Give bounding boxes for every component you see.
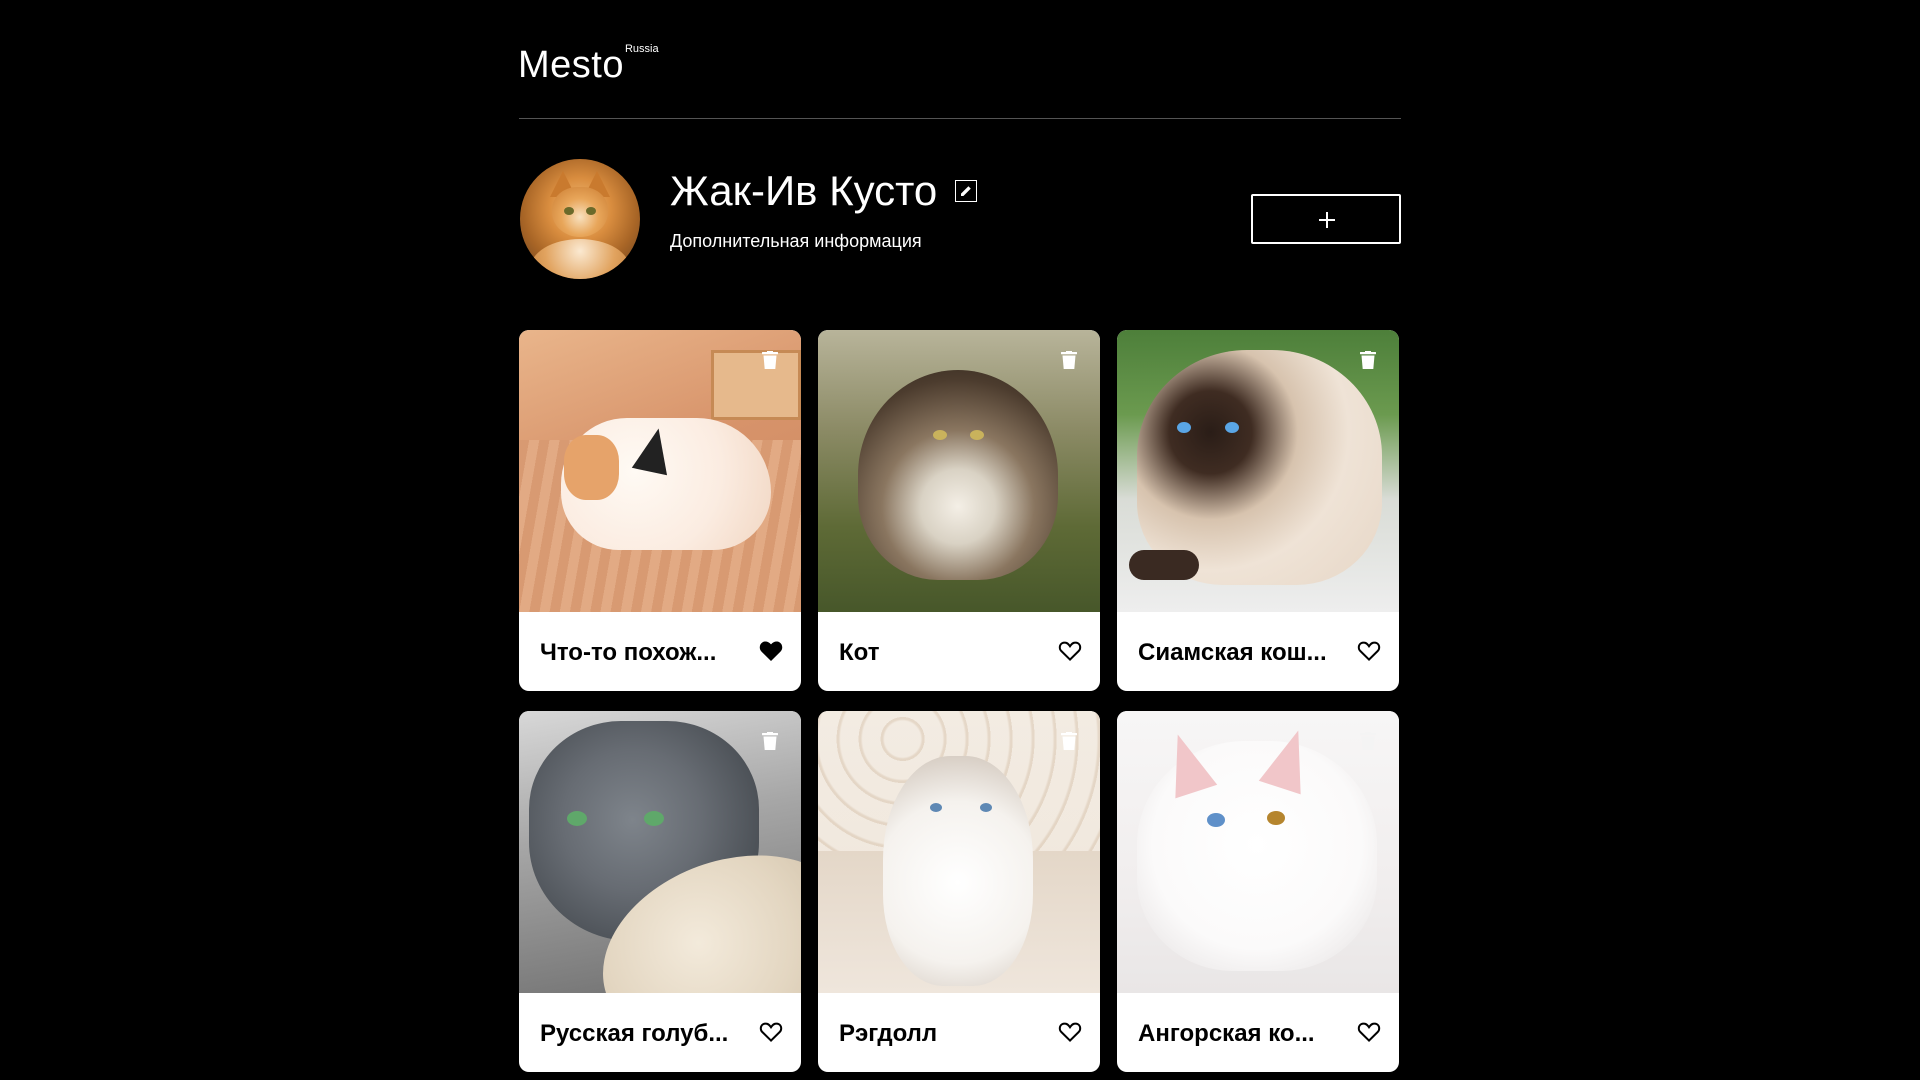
card-title: Рэгдолл [839,1020,938,1047]
heart-outline-icon[interactable] [1058,640,1082,662]
heart-outline-icon[interactable] [1357,1021,1381,1043]
card-title: Сиамская кош... [1138,639,1327,666]
card-footer: Что-то похож... [519,612,801,691]
card-footer: Кот [818,612,1100,691]
card-image[interactable] [519,330,801,612]
russian-blue-cat-photo [519,711,801,993]
heart-outline-icon[interactable] [759,1021,783,1043]
trash-icon[interactable] [1060,351,1078,370]
heart-outline-icon[interactable] [1058,1021,1082,1043]
logo: Mesto Russia [518,43,659,87]
card-footer: Русская голуб... [519,993,801,1072]
add-card-button[interactable] [1251,194,1401,244]
card: Русская голуб... [519,711,801,1072]
page-content: Mesto Russia Жак-Ив Кусто Дополнительная… [518,0,1401,1072]
profile-info: Жак-Ив Кусто Дополнительная информация [670,167,978,252]
card-image[interactable] [818,330,1100,612]
card: Рэгдолл [818,711,1100,1072]
plush-cat-toy-photo [519,330,801,612]
trash-icon[interactable] [1359,732,1377,751]
pencil-edit-icon [961,186,972,196]
profile-avatar[interactable] [520,159,640,279]
card: Ангорская ко... [1117,711,1399,1072]
card-image[interactable] [1117,330,1399,612]
profile-name-row: Жак-Ив Кусто [670,167,978,215]
card: Что-то похож... [519,330,801,691]
card: Кот [818,330,1100,691]
card-image[interactable] [818,711,1100,993]
header: Mesto Russia [518,0,1401,119]
siamese-cat-photo [1117,330,1399,612]
trash-icon[interactable] [761,732,779,751]
card: Сиамская кош... [1117,330,1399,691]
card-footer: Сиамская кош... [1117,612,1399,691]
card-title: Кот [839,639,880,666]
card-image[interactable] [1117,711,1399,993]
trash-icon[interactable] [1359,351,1377,370]
logo-text: Mesto [518,44,624,86]
heart-filled-icon[interactable] [759,640,783,662]
profile-about: Дополнительная информация [670,231,922,251]
card-title: Ангорская ко... [1138,1020,1315,1047]
card-footer: Ангорская ко... [1117,993,1399,1072]
profile: Жак-Ив Кусто Дополнительная информация [519,119,1401,330]
edit-profile-button[interactable] [955,180,978,202]
card-title: Что-то похож... [540,639,717,666]
cards-grid: Что-то похож... Кот Сиамская кош... Русс… [519,330,1401,1072]
ragdoll-cat-photo [818,711,1100,993]
card-title: Русская голуб... [540,1020,729,1047]
angora-cat-photo [1117,711,1399,993]
fluffy-tabby-cat-photo [818,330,1100,612]
trash-icon[interactable] [1060,732,1078,751]
plus-icon [1319,212,1335,228]
heart-outline-icon[interactable] [1357,640,1381,662]
card-footer: Рэгдолл [818,993,1100,1072]
profile-name: Жак-Ив Кусто [670,167,938,214]
trash-icon[interactable] [761,351,779,370]
card-image[interactable] [519,711,801,993]
logo-superscript: Russia [624,43,659,55]
